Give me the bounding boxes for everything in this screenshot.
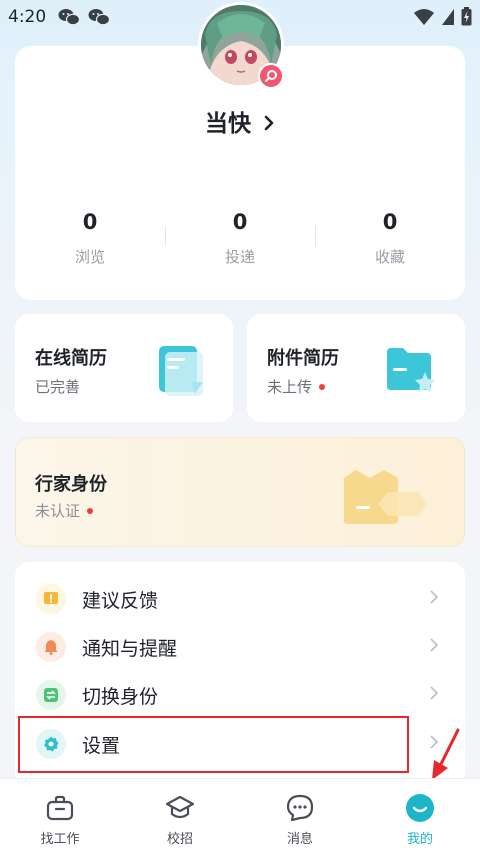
folder-icon bbox=[387, 348, 435, 392]
tab-label: 校招 bbox=[166, 832, 193, 847]
id-badge-icon bbox=[344, 470, 428, 524]
status-time: 4:20 bbox=[8, 7, 47, 27]
card-status-text: 未认证 bbox=[35, 502, 81, 520]
switch-identity-icon bbox=[36, 680, 66, 710]
bell-icon bbox=[36, 632, 66, 662]
card-status: 已完善 bbox=[35, 376, 80, 397]
battery-icon bbox=[461, 7, 472, 26]
menu-label: 切换身份 bbox=[82, 686, 159, 708]
stat-label: 投递 bbox=[224, 248, 255, 266]
menu-label: 建议反馈 bbox=[82, 590, 159, 612]
menu-item-notifications[interactable]: 通知与提醒 bbox=[15, 622, 465, 670]
card-status-text: 未上传 bbox=[267, 378, 313, 396]
stat-value: 0 bbox=[382, 210, 398, 234]
chat-bubble-icon bbox=[286, 794, 314, 822]
attachment-resume-card[interactable]: 附件简历 未上传 bbox=[247, 314, 465, 422]
signal-icon bbox=[442, 8, 454, 25]
card-title: 在线简历 bbox=[35, 348, 107, 369]
card-title: 附件简历 bbox=[267, 348, 339, 369]
chevron-right-icon bbox=[264, 115, 274, 131]
card-status: 未认证 bbox=[35, 500, 94, 521]
alert-dot bbox=[319, 383, 326, 390]
tab-jobs[interactable]: 找工作 bbox=[0, 779, 120, 853]
menu-label: 通知与提醒 bbox=[82, 638, 178, 660]
stat-label: 收藏 bbox=[374, 248, 405, 266]
settings-highlight-box bbox=[18, 716, 409, 773]
stats-row: 0 浏览 0 投递 0 收藏 bbox=[15, 210, 465, 270]
stat-value: 0 bbox=[232, 210, 248, 234]
card-title: 行家身份 bbox=[35, 474, 107, 495]
document-icon bbox=[159, 346, 203, 396]
chevron-right-icon bbox=[430, 638, 439, 652]
briefcase-icon bbox=[46, 795, 74, 821]
online-resume-card[interactable]: 在线简历 已完善 bbox=[15, 314, 233, 422]
stat-label: 浏览 bbox=[74, 248, 105, 266]
profile-name-link[interactable]: 当快 bbox=[0, 104, 480, 138]
wechat-notification-icon bbox=[58, 9, 80, 26]
smile-icon bbox=[406, 794, 434, 822]
tab-label: 我的 bbox=[406, 832, 433, 847]
stat-value: 0 bbox=[82, 210, 98, 234]
card-status-text: 已完善 bbox=[35, 378, 81, 396]
tab-me[interactable]: 我的 bbox=[360, 779, 480, 853]
stat-applications[interactable]: 0 投递 bbox=[165, 210, 315, 267]
wifi-icon bbox=[414, 8, 434, 25]
profile-name: 当快 bbox=[204, 111, 251, 137]
stat-favorites[interactable]: 0 收藏 bbox=[315, 210, 465, 267]
graduation-cap-icon bbox=[165, 795, 195, 819]
wechat-notification-icon bbox=[88, 9, 110, 26]
search-icon bbox=[265, 70, 277, 82]
card-status: 未上传 bbox=[267, 376, 326, 397]
tab-label: 找工作 bbox=[40, 832, 80, 847]
tab-label: 消息 bbox=[286, 832, 313, 847]
expert-identity-card[interactable]: 行家身份 未认证 bbox=[15, 437, 465, 547]
stat-views[interactable]: 0 浏览 bbox=[15, 210, 165, 267]
alert-dot bbox=[87, 507, 94, 514]
tab-messages[interactable]: 消息 bbox=[240, 779, 360, 853]
menu-item-switch-identity[interactable]: 切换身份 bbox=[15, 670, 465, 718]
bottom-tab-bar: 找工作 校招 消息 我的 bbox=[0, 778, 480, 853]
chevron-right-icon bbox=[430, 590, 439, 604]
feedback-icon bbox=[36, 584, 66, 614]
chevron-right-icon bbox=[430, 686, 439, 700]
tab-campus[interactable]: 校招 bbox=[120, 779, 240, 853]
menu-item-feedback[interactable]: 建议反馈 bbox=[15, 574, 465, 622]
avatar-search-badge[interactable] bbox=[258, 63, 284, 89]
